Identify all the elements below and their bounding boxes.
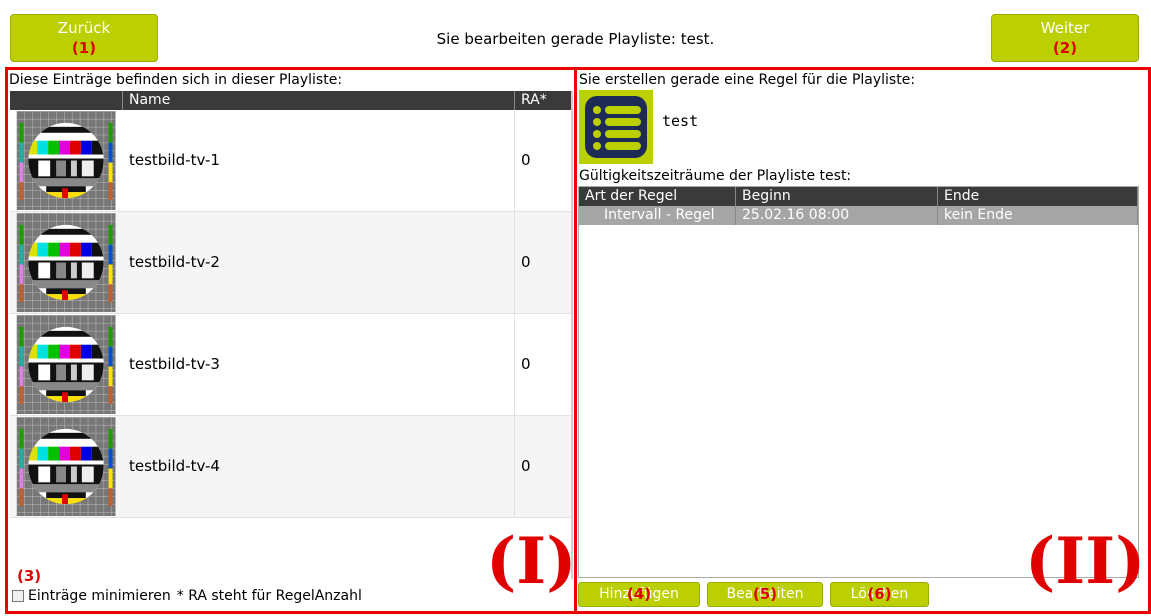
column-end[interactable]: Ende: [938, 187, 1138, 206]
rules-table: Art der Regel Beginn Ende Intervall - Re…: [578, 186, 1139, 578]
entries-table-header: Name RA*: [10, 91, 572, 110]
rule-caption: Sie erstellen gerade eine Regel für die …: [579, 72, 916, 88]
entries-table: Name RA* testbild-tv-1 0 testbild-tv-2 0…: [10, 91, 572, 518]
next-button-label: Weiter: [1040, 19, 1090, 37]
test-card-thumbnail: [16, 417, 116, 516]
add-rule-button[interactable]: Hinzufügen (4): [578, 582, 700, 607]
test-card-thumbnail: [16, 213, 116, 312]
ra-footnote: * RA steht für RegelAnzahl: [176, 588, 362, 604]
entry-ra: 0: [521, 355, 531, 373]
playlist-icon: [579, 90, 653, 164]
minimize-checkbox[interactable]: [12, 590, 24, 602]
entries-scrollbar[interactable]: [571, 91, 573, 579]
next-button-marker: (2): [1052, 39, 1078, 57]
page-title: Sie bearbeiten gerade Playliste: test.: [436, 30, 715, 48]
add-rule-marker: (4): [626, 585, 652, 603]
delete-rule-button[interactable]: Löschen (6): [830, 582, 929, 607]
minimize-marker: (3): [17, 567, 42, 585]
test-card-thumbnail: [16, 111, 116, 210]
test-card-thumbnail: [16, 315, 116, 414]
section-label-left: (I): [486, 524, 577, 599]
column-thumbnail[interactable]: [10, 91, 123, 110]
validity-caption: Gültigkeitszeiträume der Playliste test:: [579, 168, 852, 184]
table-row[interactable]: testbild-tv-1 0: [10, 110, 572, 212]
edit-rule-button[interactable]: Bearbeiten (5): [707, 582, 823, 607]
rule-end: kein Ende: [938, 206, 1138, 225]
edit-rule-marker: (5): [752, 585, 778, 603]
table-row[interactable]: testbild-tv-4 0: [10, 416, 572, 518]
delete-rule-marker: (6): [867, 585, 892, 603]
entry-name: testbild-tv-1: [123, 110, 515, 211]
rule-start: 25.02.16 08:00: [736, 206, 938, 225]
minimize-label[interactable]: Einträge minimieren: [28, 588, 171, 604]
entry-name: testbild-tv-2: [123, 212, 515, 313]
column-rule-type[interactable]: Art der Regel: [579, 187, 736, 206]
section-label-right: (II): [1025, 524, 1146, 599]
playlist-name: test: [662, 112, 699, 130]
column-name[interactable]: Name: [123, 91, 515, 110]
minimize-row: Einträge minimieren * RA steht für Regel…: [12, 588, 362, 604]
entry-ra: 0: [521, 457, 531, 475]
column-start[interactable]: Beginn: [736, 187, 938, 206]
table-row[interactable]: testbild-tv-3 0: [10, 314, 572, 416]
table-row[interactable]: Intervall - Regel 25.02.16 08:00 kein En…: [579, 206, 1138, 225]
rules-table-header: Art der Regel Beginn Ende: [579, 187, 1138, 206]
next-button[interactable]: Weiter (2): [991, 14, 1139, 62]
entries-caption: Diese Einträge befinden sich in dieser P…: [9, 72, 343, 88]
rule-type: Intervall - Regel: [579, 206, 736, 225]
entry-name: testbild-tv-4: [123, 416, 515, 517]
column-ra[interactable]: RA*: [515, 91, 572, 110]
entry-ra: 0: [521, 253, 531, 271]
entry-ra: 0: [521, 151, 531, 169]
table-row[interactable]: testbild-tv-2 0: [10, 212, 572, 314]
entry-name: testbild-tv-3: [123, 314, 515, 415]
